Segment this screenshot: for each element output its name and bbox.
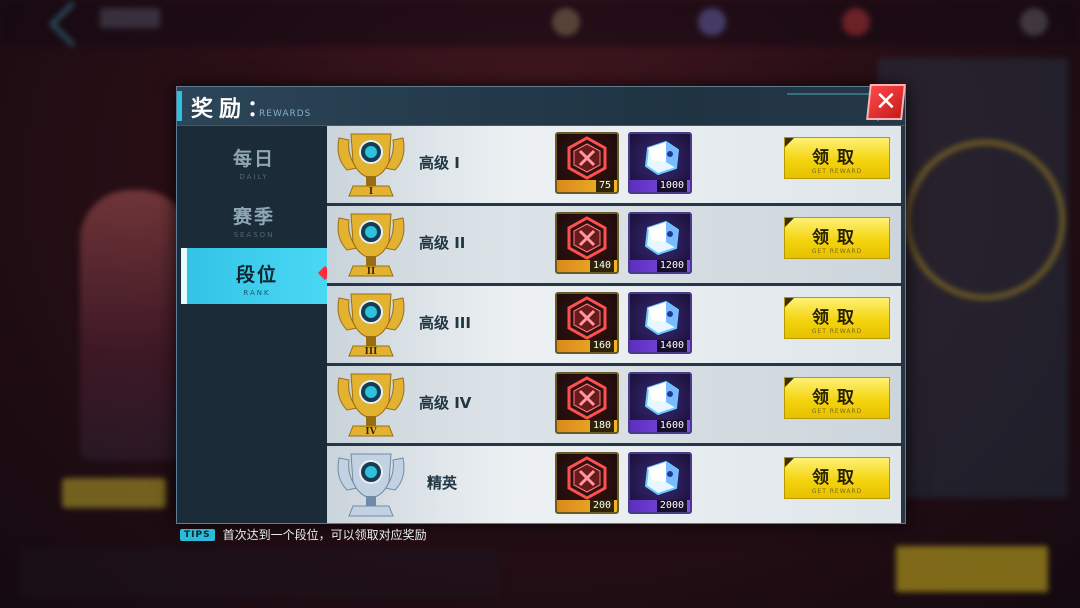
claim-button[interactable]: 领取 GET REWARD [784, 457, 890, 499]
item-quantity: 75 [595, 180, 614, 192]
background-character [80, 190, 190, 460]
reward-row: IV 高级 IV 180 1600 领取 GET REWARD [327, 366, 901, 446]
tab-label: 段位 [235, 264, 278, 286]
tab-rank[interactable]: 段位 RANK [181, 248, 327, 304]
blue-cube-crystal-icon [644, 220, 680, 256]
background-top-bar [0, 0, 1080, 46]
gold-trophy-icon: IV [337, 373, 405, 437]
header-accent [177, 91, 182, 121]
red-hexagon-token-icon [567, 216, 607, 260]
item-quantity: 1400 [656, 340, 687, 352]
claim-sublabel: GET REWARD [811, 408, 863, 415]
modal-subtitle: REWARDS [259, 109, 312, 119]
reward-row: II 高级 II 140 1200 领取 GET REWARD [327, 206, 901, 286]
rank-name: 精英 [427, 474, 458, 492]
reward-item-blue-crystal[interactable]: 1400 [628, 292, 692, 354]
claim-sublabel: GET REWARD [811, 248, 863, 255]
red-hexagon-token-icon [567, 136, 607, 180]
red-hexagon-token-icon [567, 296, 607, 340]
gold-trophy-icon: III [337, 293, 405, 357]
background-settings-icon [1020, 8, 1048, 36]
svg-text:IV: IV [365, 427, 377, 437]
red-hexagon-token-icon [567, 376, 607, 420]
reward-row: I 高级 I 75 1000 领取 GET REWARD [327, 126, 901, 206]
reward-item-blue-crystal[interactable]: 2000 [628, 452, 692, 514]
reward-item-red-token[interactable]: 180 [555, 372, 619, 434]
background-bottom-menu [20, 548, 500, 598]
tips-badge: TIPS [180, 528, 215, 541]
claim-label: 领取 [812, 148, 862, 168]
tab-sublabel: RANK [243, 289, 271, 297]
tips-text: 首次达到一个段位，可以领取对应奖励 [222, 528, 427, 542]
tab-sublabel: SEASON [233, 231, 275, 239]
item-quantity: 1600 [656, 420, 687, 432]
claim-label: 领取 [812, 228, 862, 248]
item-quantity: 1200 [656, 260, 687, 272]
rank-name: 高级 IV [419, 394, 472, 412]
background-gem-icon [698, 8, 726, 36]
rewards-modal: 奖励： REWARDS 每日 DAILY 赛季 SEASON 段位 RANK I… [176, 86, 906, 524]
rank-name: 高级 I [419, 154, 460, 172]
sidebar: 每日 DAILY 赛季 SEASON 段位 RANK [177, 126, 333, 523]
svg-text:II: II [367, 267, 375, 277]
reward-item-red-token[interactable]: 140 [555, 212, 619, 274]
background-button [62, 478, 166, 508]
item-quantity: 200 [589, 500, 614, 512]
claim-button[interactable]: 领取 GET REWARD [784, 297, 890, 339]
claim-label: 领取 [812, 308, 862, 328]
tips-bar: TIPS 首次达到一个段位，可以领取对应奖励 [180, 526, 427, 543]
reward-row: 精英 200 2000 领取 GET REWARD [327, 446, 901, 523]
reward-list: I 高级 I 75 1000 领取 GET REWARD II 高级 II 14… [327, 126, 901, 523]
blue-cube-crystal-icon [644, 140, 680, 176]
item-quantity: 1000 [656, 180, 687, 192]
reward-item-red-token[interactable]: 160 [555, 292, 619, 354]
item-quantity: 2000 [656, 500, 687, 512]
item-quantity: 160 [589, 340, 614, 352]
claim-label: 领取 [812, 468, 862, 488]
item-quantity: 140 [589, 260, 614, 272]
reward-item-red-token[interactable]: 75 [555, 132, 619, 194]
close-icon: ✕ [875, 87, 897, 117]
red-hexagon-token-icon [567, 456, 607, 500]
background-rank-ring [905, 140, 1065, 300]
claim-sublabel: GET REWARD [811, 168, 863, 175]
tab-sublabel: DAILY [239, 173, 269, 181]
claim-label: 领取 [812, 388, 862, 408]
svg-text:III: III [365, 347, 378, 357]
blue-cube-crystal-icon [644, 380, 680, 416]
rank-name: 高级 III [419, 314, 471, 332]
tab-season[interactable]: 赛季 SEASON [181, 190, 327, 246]
reward-item-blue-crystal[interactable]: 1600 [628, 372, 692, 434]
silver-trophy-icon [337, 453, 405, 517]
reward-row: III 高级 III 160 1400 领取 GET REWARD [327, 286, 901, 366]
blue-cube-crystal-icon [644, 460, 680, 496]
close-button[interactable]: ✕ [866, 84, 906, 120]
reward-item-blue-crystal[interactable]: 1200 [628, 212, 692, 274]
background-start-button [896, 546, 1048, 592]
gold-trophy-icon: II [337, 213, 405, 277]
rank-name: 高级 II [419, 234, 466, 252]
item-quantity: 180 [589, 420, 614, 432]
modal-header: 奖励： REWARDS [177, 87, 905, 126]
claim-sublabel: GET REWARD [811, 328, 863, 335]
header-decoration [787, 93, 879, 121]
claim-sublabel: GET REWARD [811, 488, 863, 495]
claim-button[interactable]: 领取 GET REWARD [784, 137, 890, 179]
background-currency-icon [552, 8, 580, 36]
gold-trophy-icon: I [337, 133, 405, 197]
claim-button[interactable]: 领取 GET REWARD [784, 217, 890, 259]
reward-item-blue-crystal[interactable]: 1000 [628, 132, 692, 194]
blue-cube-crystal-icon [644, 300, 680, 336]
claim-button[interactable]: 领取 GET REWARD [784, 377, 890, 419]
tab-label: 每日 [232, 148, 275, 170]
reward-item-red-token[interactable]: 200 [555, 452, 619, 514]
tab-daily[interactable]: 每日 DAILY [181, 132, 327, 188]
background-player-name [100, 8, 160, 28]
tab-label: 赛季 [232, 206, 275, 228]
svg-text:I: I [369, 187, 373, 197]
background-ticket-icon [842, 8, 870, 36]
